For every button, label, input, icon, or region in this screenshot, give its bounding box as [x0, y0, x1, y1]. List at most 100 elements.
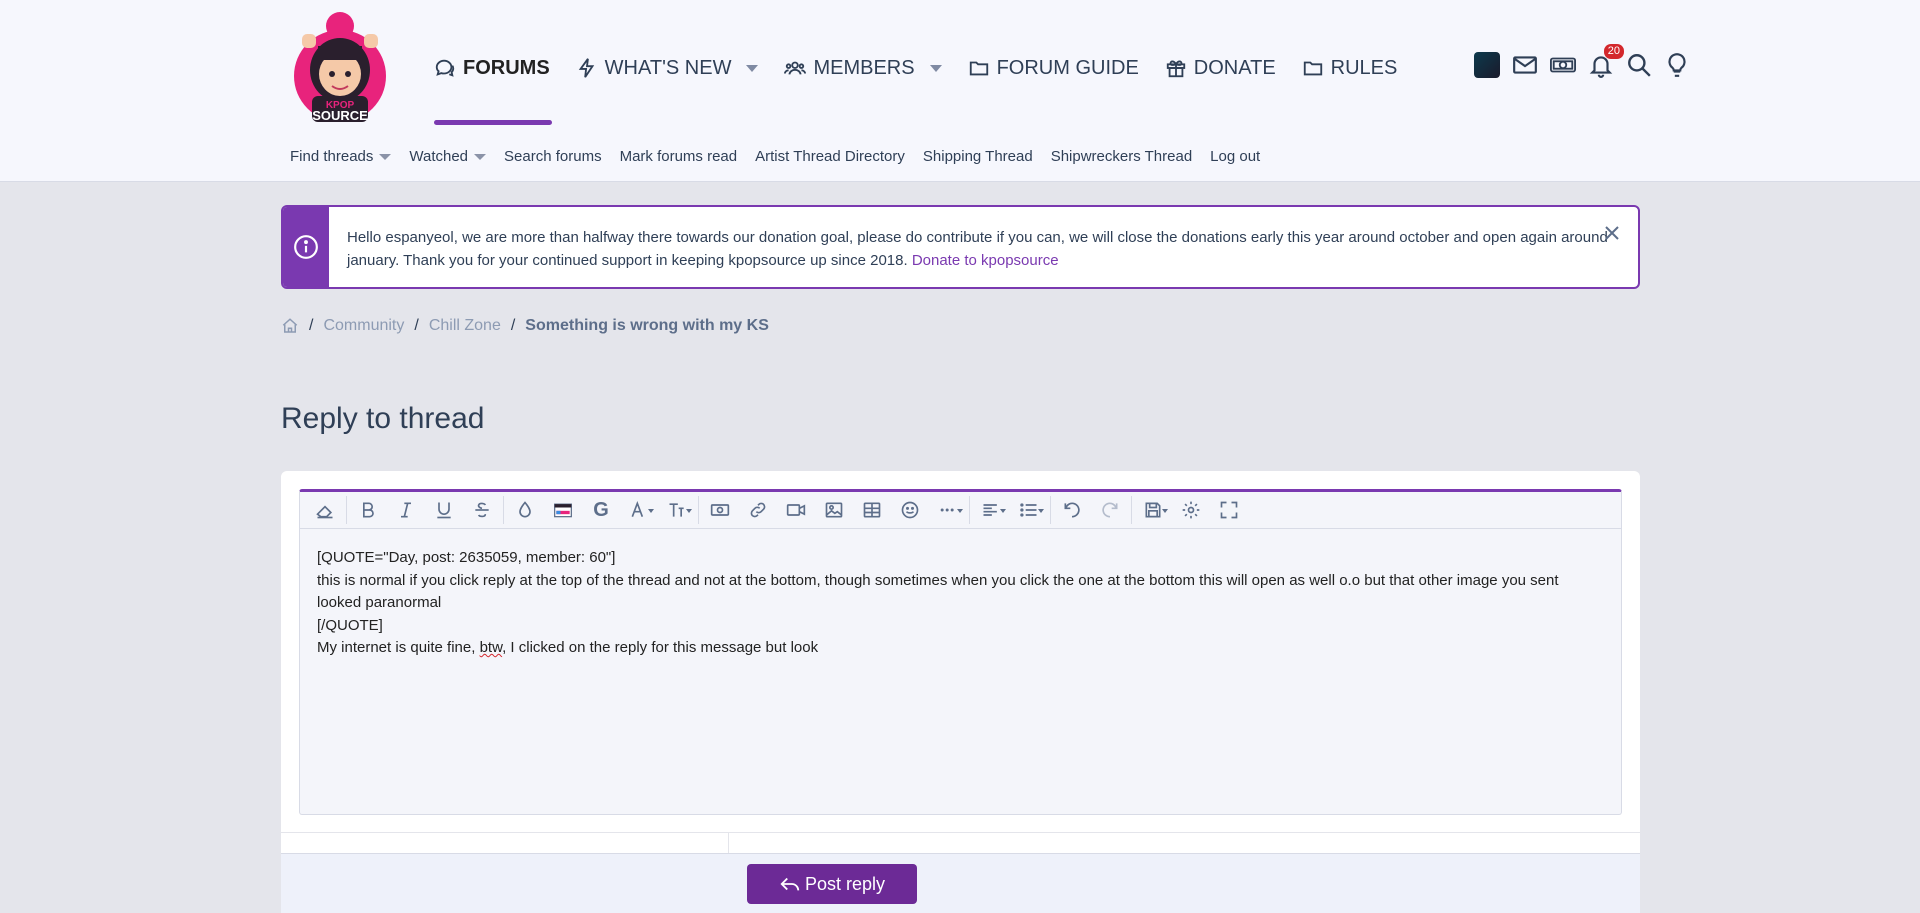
subnav-find-threads[interactable]: Find threads	[290, 148, 392, 165]
smile-icon	[901, 501, 919, 519]
money-button[interactable]	[1550, 52, 1576, 78]
nav-forum-guide[interactable]: FORUM GUIDE	[968, 57, 1139, 80]
nav-members[interactable]: MEMBERS	[784, 57, 942, 80]
money-insert-button[interactable]	[701, 492, 739, 529]
nav-donate[interactable]: DONATE	[1165, 57, 1276, 80]
post-reply-button[interactable]: Post reply	[747, 864, 917, 904]
toolbar-separator	[969, 496, 970, 524]
text-line: My internet is quite fine, btw, I clicke…	[317, 637, 1604, 660]
nav-donate-label: DONATE	[1193, 56, 1276, 79]
notice-sidebar	[283, 207, 329, 287]
insert-image-button[interactable]	[815, 492, 853, 529]
undo-icon	[1064, 502, 1080, 518]
nav-whats-new-label: WHAT'S NEW	[604, 56, 732, 79]
subnav-shipping-thread[interactable]: Shipping Thread	[923, 148, 1033, 165]
donate-link[interactable]: Donate to kpopsource	[912, 252, 1059, 269]
text-color-button[interactable]	[506, 492, 544, 529]
insert-video-button[interactable]	[777, 492, 815, 529]
gif-button[interactable]	[544, 492, 582, 529]
settings-button[interactable]	[1172, 492, 1210, 529]
list-icon	[1020, 503, 1037, 517]
subnav-log-out[interactable]: Log out	[1210, 148, 1260, 165]
fullscreen-button[interactable]	[1210, 492, 1248, 529]
inbox-button[interactable]	[1512, 52, 1538, 78]
text-segment: , I clicked on the reply for this messag…	[502, 639, 819, 656]
insert-table-button[interactable]	[853, 492, 891, 529]
editor-toolbar: G	[300, 492, 1621, 529]
image-icon	[825, 502, 843, 518]
bold-button[interactable]	[349, 492, 387, 529]
strikethrough-button[interactable]	[463, 492, 501, 529]
subnav-artist-directory[interactable]: Artist Thread Directory	[755, 148, 905, 165]
subnav-watched[interactable]: Watched	[409, 148, 487, 165]
toolbar-separator	[503, 496, 504, 524]
gif-icon	[554, 503, 572, 518]
search-icon	[1628, 54, 1651, 77]
donation-notice: Hello espanyeol, we are more than halfwa…	[281, 205, 1640, 289]
site-logo[interactable]: KPOP SOURCE	[288, 4, 392, 126]
close-icon[interactable]	[1604, 225, 1620, 241]
save-icon	[1145, 502, 1161, 518]
italic-button[interactable]	[387, 492, 425, 529]
home-icon[interactable]	[281, 317, 299, 335]
drafts-button[interactable]	[1134, 492, 1172, 529]
toolbar-separator	[346, 496, 347, 524]
form-submit-row: Post reply	[281, 853, 1640, 913]
subnav-log-out-label: Log out	[1210, 148, 1261, 165]
gift-icon	[1166, 60, 1185, 78]
font-family-button[interactable]	[620, 492, 658, 529]
emoji-button[interactable]	[891, 492, 929, 529]
toolbar-separator	[698, 496, 699, 524]
sub-nav: Find threads Watched Search forums Mark …	[290, 148, 1260, 165]
toolbar-separator	[1050, 496, 1051, 524]
chevron-down-icon[interactable]	[474, 153, 487, 160]
text-height-icon	[669, 503, 684, 517]
redo-button[interactable]	[1091, 492, 1129, 529]
chevron-down-icon	[686, 508, 692, 513]
theme-button[interactable]	[1664, 52, 1690, 78]
column-divider	[728, 833, 729, 853]
chevron-down-icon	[1162, 508, 1168, 513]
user-avatar[interactable]	[1474, 52, 1500, 78]
clear-formatting-button[interactable]	[306, 492, 344, 529]
nav-active-indicator	[434, 120, 552, 125]
message-textarea[interactable]: [QUOTE="Day, post: 2635059, member: 60"]…	[300, 529, 1621, 678]
money-bill-icon	[710, 504, 730, 516]
subnav-mark-read[interactable]: Mark forums read	[620, 148, 738, 165]
underline-button[interactable]	[425, 492, 463, 529]
breadcrumb-chill-zone[interactable]: Chill Zone	[429, 317, 501, 335]
text-line: [QUOTE="Day, post: 2635059, member: 60"]	[317, 549, 616, 566]
align-button[interactable]	[972, 492, 1010, 529]
nav-forums[interactable]: FORUMS	[434, 57, 550, 80]
undo-button[interactable]	[1053, 492, 1091, 529]
nav-rules-label: RULES	[1330, 56, 1398, 79]
alerts-button[interactable]: 20	[1588, 44, 1624, 78]
chevron-down-icon[interactable]	[929, 64, 942, 72]
notification-count: 20	[1603, 44, 1624, 59]
insert-link-button[interactable]	[739, 492, 777, 529]
subnav-search-forums[interactable]: Search forums	[504, 148, 602, 165]
nav-rules[interactable]: RULES	[1302, 56, 1398, 80]
chevron-down-icon[interactable]	[746, 64, 759, 72]
subnav-mark-read-label: Mark forums read	[619, 148, 738, 165]
font-size-button[interactable]	[658, 492, 696, 529]
breadcrumb-community[interactable]: Community	[323, 317, 404, 335]
more-options-button[interactable]	[929, 492, 967, 529]
bolt-icon	[578, 58, 594, 78]
search-button[interactable]	[1626, 52, 1652, 78]
comments-icon	[435, 59, 455, 77]
nav-whats-new[interactable]: WHAT'S NEW	[576, 57, 759, 80]
list-button[interactable]	[1010, 492, 1048, 529]
reply-form: G [QUOTE="Day, post: 2635059, member: 60…	[281, 471, 1640, 913]
notice-body: Hello espanyeol, we are more than halfwa…	[329, 207, 1638, 287]
subnav-shipwreckers-thread[interactable]: Shipwreckers Thread	[1051, 148, 1192, 165]
breadcrumb-thread[interactable]: Something is wrong with my KS	[525, 317, 769, 335]
subnav-watched-label: Watched	[409, 148, 469, 165]
post-reply-label: Post reply	[804, 873, 886, 894]
chevron-down-icon	[957, 508, 963, 513]
subnav-search-forums-label: Search forums	[504, 148, 602, 165]
google-font-button[interactable]: G	[582, 492, 620, 529]
text-segment: My internet is quite fine,	[317, 639, 480, 656]
chevron-down-icon[interactable]	[379, 153, 392, 160]
video-icon	[786, 504, 806, 516]
